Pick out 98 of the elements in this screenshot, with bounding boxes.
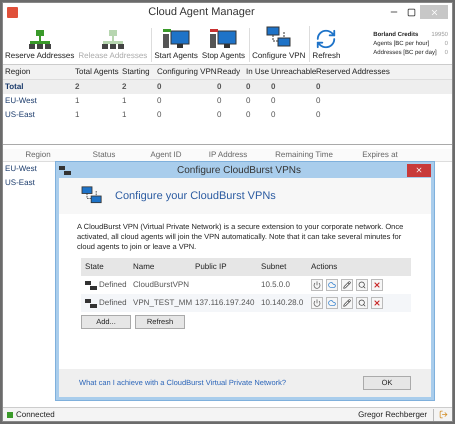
cloud-button[interactable] [326,297,338,309]
column-header: Remaining Time [274,149,334,161]
table-cell-text: 1 [74,95,80,107]
pencil-icon [343,299,351,307]
table-cell-text: 0 [216,109,222,121]
column-header: Configuring VPN [156,66,215,78]
delete-icon [373,299,381,307]
table-cell-text: VPN_TEST_MM [133,297,194,309]
monitor-plus-icon [162,28,190,50]
table-cell-text: 1 [74,109,80,121]
delete-icon [373,281,381,289]
monitor-minus-icon [209,28,238,50]
region-item[interactable]: EU-West [5,162,51,176]
table-cell-text: Total [4,81,25,93]
table-cell-text: 0 [216,95,222,107]
table-cell-text: 0 [315,109,322,121]
dialog-heading: Configure your CloudBurst VPNs [115,188,276,204]
refresh-icon [315,28,338,50]
table-cell-text: 10.5.0.0 [261,279,291,291]
search-button[interactable] [356,297,368,309]
column-header: Subnet [261,261,288,273]
column-header: Public IP [195,261,228,273]
close-button[interactable] [407,164,431,176]
table-cell-text: 0 [315,81,322,93]
table-cell-text: 0 [216,81,222,93]
table-cell-text: 0 [270,95,276,107]
power-button[interactable] [311,279,323,291]
table-cell-text: US-East [4,109,36,121]
region-item[interactable]: US-East [5,176,51,190]
delete-button[interactable] [371,279,383,291]
toolbar-button[interactable]: Refresh [310,28,342,62]
table-cell-text: 0 [245,109,252,121]
column-header: Total Agents [74,66,120,78]
table-cell-text: 0 [270,81,276,93]
close-icon [430,8,438,16]
column-header: Starting [121,66,151,78]
pencil-icon [343,281,351,289]
column-header: Unreachable [270,66,314,78]
search-icon [358,281,366,289]
logout-icon[interactable] [439,410,448,419]
network-minus-icon [100,28,126,50]
table-cell-text: 0 [315,95,322,107]
column-header: Actions [311,261,338,273]
cloud-icon [328,281,336,289]
linked-computers-icon [59,166,71,174]
linked-monitors-icon [81,186,103,206]
column-header: Agent ID [149,149,183,161]
linked-computers-icon [85,298,97,308]
cloud-icon [328,299,336,307]
toolbar-button[interactable]: Stop Agents [200,28,250,62]
connected-icon [7,412,13,418]
dialog-title: Configure CloudBurst VPNs [176,164,302,178]
table-cell-text: 2 [74,81,80,93]
column-header: Ready [216,66,242,78]
table-cell-text: CloudBurstVPN [133,279,190,291]
toolbar-button[interactable]: Configure VPN [250,26,310,62]
window-title: Cloud Agent Manager [147,4,256,20]
table-cell-text: 1 [121,109,128,121]
linked-computers-icon [85,280,97,290]
table-cell-text: 0 [156,81,162,93]
maximize-icon[interactable] [407,8,416,16]
pencil-button[interactable] [341,297,353,309]
column-header: State [85,261,105,273]
power-button[interactable] [311,297,323,309]
table-cell-text: 0 [245,81,252,93]
connection-status: Connected [16,408,55,420]
search-button[interactable] [356,279,368,291]
table-cell-text: 0 [245,95,252,107]
column-header: Status [92,149,116,161]
table-cell-text: 0 [156,109,162,121]
table-cell: Defined [99,297,127,309]
close-icon [415,166,423,174]
app-icon [7,6,18,18]
column-header: In Use [245,66,269,78]
table-cell: Defined [99,279,127,291]
power-icon [313,281,321,289]
power-icon [313,299,321,307]
column-header: Region [4,66,32,78]
search-icon [358,299,366,307]
column-header: Expires at [361,149,399,161]
table-cell-text: 0 [156,95,162,107]
delete-button[interactable] [371,297,383,309]
table-cell-text: 0 [270,109,276,121]
column-header: Reserved Addresses [316,66,391,78]
table-cell-text: 137.116.197.240 [195,297,256,309]
toolbar-button[interactable]: Reserve Addresses [3,28,76,62]
cloud-button[interactable] [326,279,338,291]
column-header: IP Address [208,149,248,161]
column-header: Name [133,261,156,273]
pencil-button[interactable] [341,279,353,291]
table-cell-text: 1 [121,95,128,107]
user-name: Gregor Rechberger [358,408,434,420]
network-plus-icon [26,28,53,50]
toolbar-button[interactable]: Start Agents [152,28,200,62]
table-cell-text: 10.140.28.0 [261,297,304,309]
table-cell-text: 2 [121,81,128,93]
column-header: Region [24,149,52,161]
table-cell-text: EU-West [4,95,38,107]
